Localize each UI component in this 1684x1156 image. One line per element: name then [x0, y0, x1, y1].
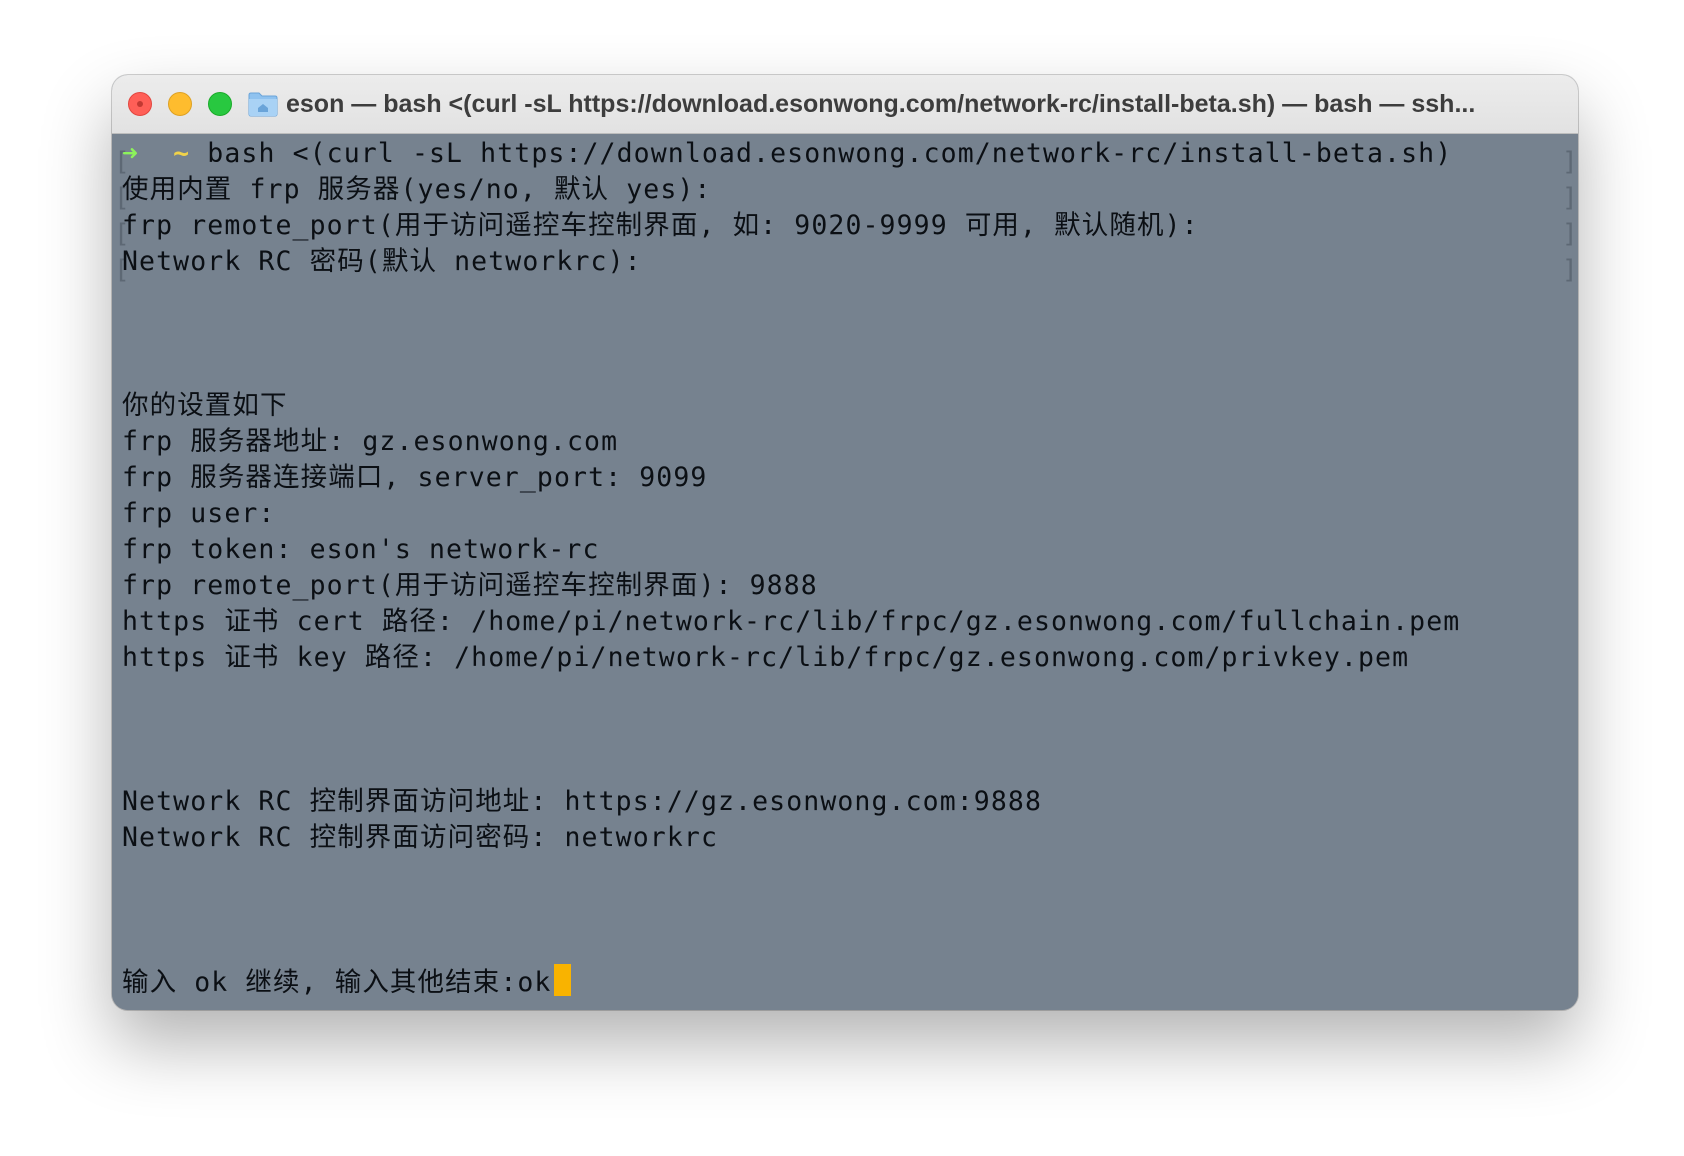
terminal-line: 你的设置如下: [122, 388, 1570, 424]
terminal-line: Network RC 密码(默认 networkrc):: [122, 244, 1570, 280]
terminal-line-text: frp remote_port(用于访问遥控车控制界面): 9888: [122, 570, 818, 601]
terminal-line: 使用内置 frp 服务器(yes/no, 默认 yes):: [122, 172, 1570, 208]
terminal-line-text: Network RC 密码(默认 networkrc):: [122, 246, 642, 277]
command-line: ➜ ~ bash <(curl -sL https://download.eso…: [122, 136, 1570, 172]
terminal-line-text: https 证书 key 路径: /home/pi/network-rc/lib…: [122, 642, 1410, 673]
terminal-line: Network RC 控制界面访问密码: networkrc: [122, 820, 1570, 856]
terminal-line: frp 服务器地址: gz.esonwong.com: [122, 424, 1570, 460]
terminal-line-text: frp remote_port(用于访问遥控车控制界面, 如: 9020-999…: [122, 210, 1199, 241]
text-cursor: [553, 964, 571, 996]
prompt-directory: ~: [173, 138, 191, 169]
terminal-line-text: 使用内置 frp 服务器(yes/no, 默认 yes):: [122, 174, 712, 205]
command-text: bash <(curl -sL https://download.esonwon…: [207, 138, 1453, 169]
title-bar[interactable]: eson — bash <(curl -sL https://download.…: [112, 75, 1578, 134]
terminal-line: 输入 ok 继续, 输入其他结束:ok: [122, 964, 1570, 1000]
terminal-line: frp token: eson's network-rc: [122, 532, 1570, 568]
minimize-icon[interactable]: [168, 92, 192, 116]
terminal-line-text: 你的设置如下: [122, 390, 288, 421]
close-icon[interactable]: [128, 92, 152, 116]
terminal-line-text: 输入 ok 继续, 输入其他结束:ok: [122, 967, 552, 998]
terminal-line-text: frp user:: [122, 498, 276, 529]
terminal-line: frp user:: [122, 496, 1570, 532]
terminal-line: frp remote_port(用于访问遥控车控制界面, 如: 9020-999…: [122, 208, 1570, 244]
terminal-line-text: Network RC 控制界面访问地址: https://gz.esonwong…: [122, 786, 1043, 817]
home-folder-icon: [248, 92, 278, 117]
terminal-line: frp 服务器连接端口, server_port: 9099: [122, 460, 1570, 496]
prompt-arrow-icon: ➜: [122, 138, 140, 169]
zoom-icon[interactable]: [208, 92, 232, 116]
terminal-line: Network RC 控制界面访问地址: https://gz.esonwong…: [122, 784, 1570, 820]
terminal-line: frp remote_port(用于访问遥控车控制界面): 9888: [122, 568, 1570, 604]
terminal-line: https 证书 key 路径: /home/pi/network-rc/lib…: [122, 640, 1570, 676]
terminal-line: https 证书 cert 路径: /home/pi/network-rc/li…: [122, 604, 1570, 640]
window-title: eson — bash <(curl -sL https://download.…: [286, 90, 1476, 118]
terminal-line-text: Network RC 控制界面访问密码: networkrc: [122, 822, 718, 853]
terminal-content[interactable]: [[[[ ]]]] ➜ ~ bash <(curl -sL https://do…: [112, 134, 1578, 1010]
terminal-lines: ➜ ~ bash <(curl -sL https://download.eso…: [122, 136, 1570, 1000]
terminal-window: eson — bash <(curl -sL https://download.…: [112, 75, 1578, 1010]
terminal-line-text: frp 服务器地址: gz.esonwong.com: [122, 426, 619, 457]
terminal-line-text: frp token: eson's network-rc: [122, 534, 600, 565]
terminal-line-text: frp 服务器连接端口, server_port: 9099: [122, 462, 708, 493]
terminal-line-text: https 证书 cert 路径: /home/pi/network-rc/li…: [122, 606, 1461, 637]
